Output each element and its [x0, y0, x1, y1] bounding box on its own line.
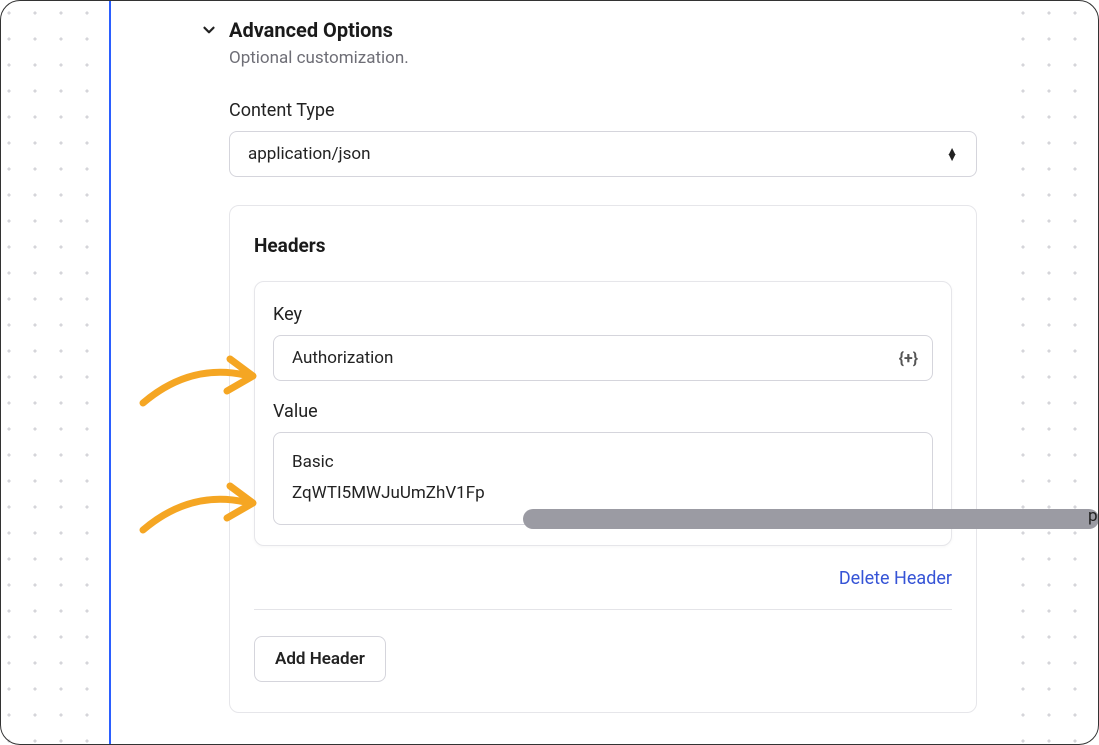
value-line-2: ZqWTI5MWJuUmZhV1Fp: [292, 478, 914, 509]
key-input[interactable]: Authorization {+}: [273, 335, 933, 381]
section-title: Advanced Options: [229, 18, 393, 42]
chevron-down-icon: [199, 20, 219, 40]
divider: [254, 609, 952, 610]
header-item: Key Authorization {+} Value Basic ZqWTI5…: [254, 281, 952, 546]
delete-header-button[interactable]: Delete Header: [254, 568, 952, 589]
section-subtitle: Optional customization.: [229, 48, 999, 68]
content-type-field: Content Type application/json ▲▼: [229, 100, 977, 177]
headers-card: Headers Key Authorization {+} Value Basi…: [229, 205, 977, 713]
headers-title: Headers: [254, 234, 952, 257]
value-label: Value: [273, 401, 933, 422]
select-arrows-icon: ▲▼: [946, 148, 958, 160]
content-type-select[interactable]: application/json ▲▼: [229, 131, 977, 177]
value-line-1: Basic: [292, 447, 914, 478]
content-type-label: Content Type: [229, 100, 977, 121]
key-input-value: Authorization: [292, 348, 393, 368]
key-label: Key: [273, 304, 933, 325]
insert-variable-icon[interactable]: {+}: [899, 349, 918, 368]
redacted-overlay: [523, 509, 1099, 529]
add-header-button[interactable]: Add Header: [254, 636, 386, 682]
panel-content: Advanced Options Optional customization.…: [111, 0, 999, 745]
value-trailing-char: p: [1088, 506, 1098, 526]
content-type-value: application/json: [248, 144, 370, 164]
advanced-options-header[interactable]: Advanced Options: [199, 18, 999, 42]
